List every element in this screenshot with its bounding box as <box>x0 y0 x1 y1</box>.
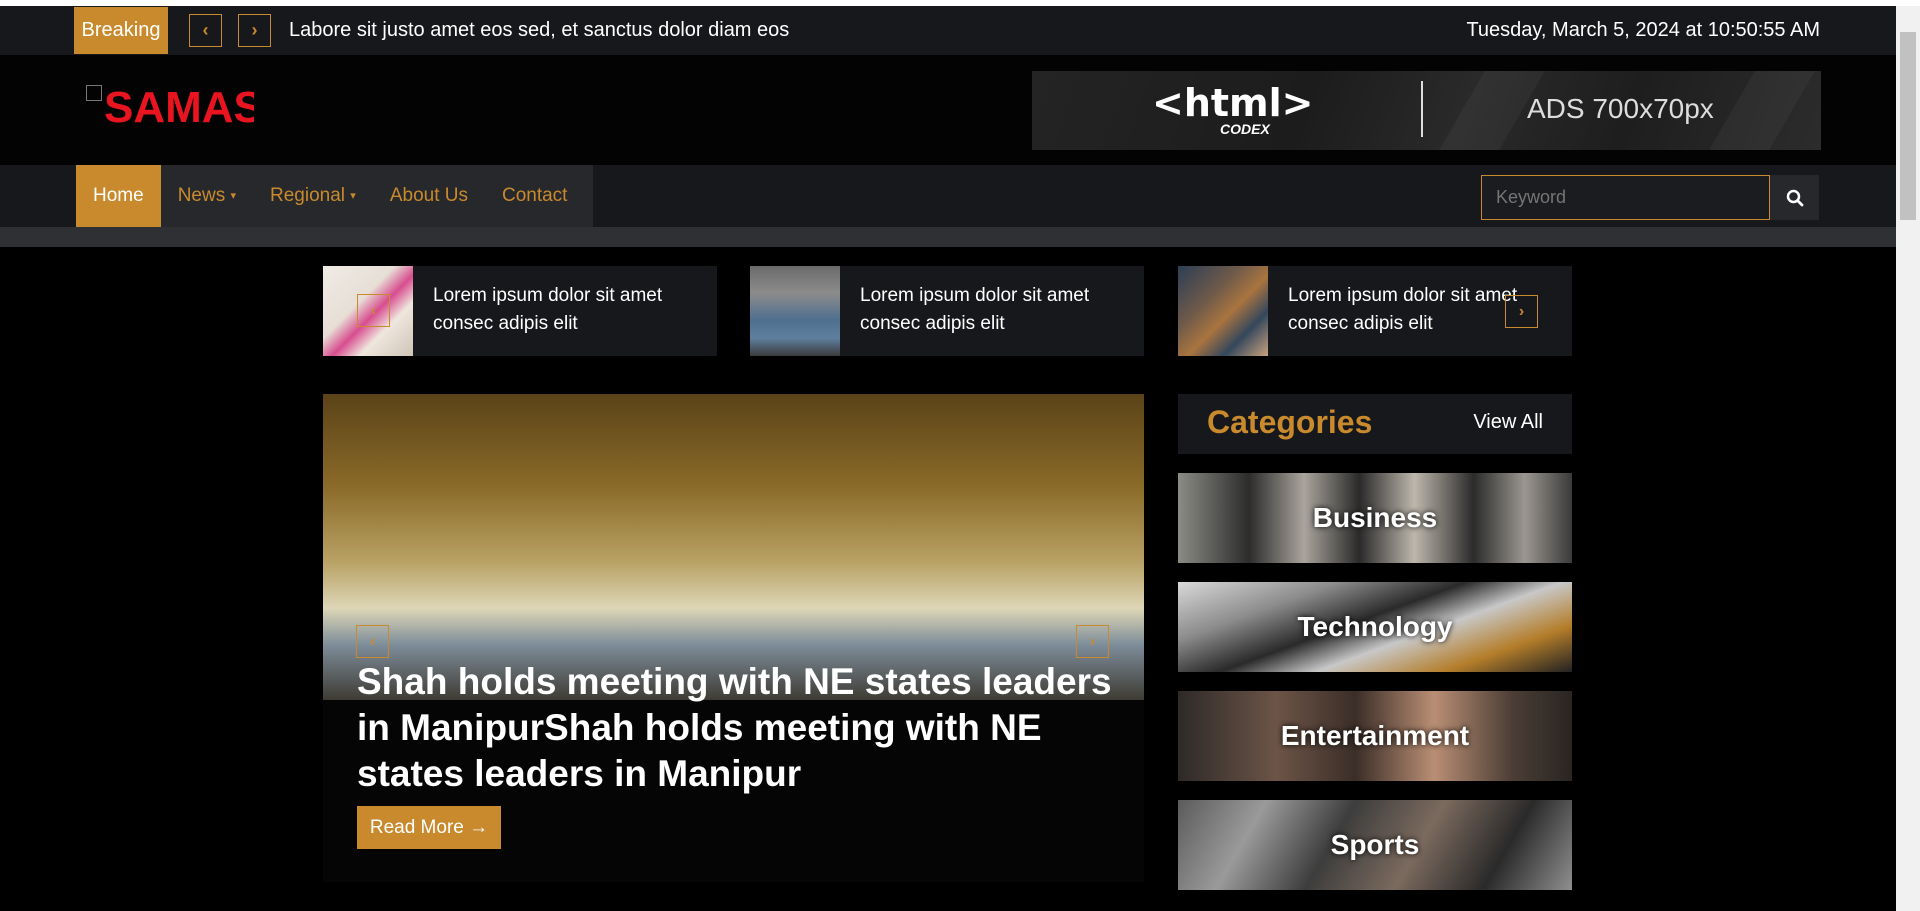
search-button[interactable] <box>1770 175 1819 220</box>
category-label: Business <box>1312 502 1438 533</box>
ticker-prev-button[interactable]: ‹ <box>189 14 222 47</box>
chevron-left-icon: ‹ <box>202 20 209 40</box>
news-card-title[interactable]: Lorem ipsum dolor sit amet consec adipis… <box>433 282 703 338</box>
categories-title: Categories <box>1207 404 1373 440</box>
nav-item-label: News <box>177 185 226 207</box>
featured-image <box>323 394 1144 700</box>
slider-next-button[interactable]: › <box>1076 625 1109 658</box>
news-card-title[interactable]: Lorem ipsum dolor sit amet consec adipis… <box>860 282 1130 338</box>
breaking-label: Breaking <box>74 7 168 54</box>
carousel-prev-button[interactable]: ‹ <box>357 294 390 327</box>
chevron-right-icon: › <box>1518 302 1525 320</box>
nav-item-label: Home <box>93 185 144 206</box>
nav-item-regional[interactable]: Regional ▾ <box>253 165 373 227</box>
caret-down-icon: ▾ <box>230 190 237 202</box>
chevron-left-icon: ‹ <box>369 632 376 650</box>
nav-item-contact[interactable]: Contact <box>485 165 584 227</box>
current-datetime: Tuesday, March 5, 2024 at 10:50:55 AM <box>1466 19 1820 41</box>
page-scrollbar[interactable] <box>1896 6 1920 911</box>
category-business[interactable]: Business <box>1178 473 1572 563</box>
chevron-left-icon: ‹ <box>370 301 377 319</box>
category-sports[interactable]: Sports <box>1178 800 1572 890</box>
featured-news-slider: ‹ › Shah holds meeting with NE states le… <box>323 394 1144 882</box>
read-more-button[interactable]: Read More → <box>357 806 501 849</box>
nav-item-label: Regional <box>270 185 346 207</box>
category-technology[interactable]: Technology <box>1178 582 1572 672</box>
nav-item-about[interactable]: About Us <box>373 165 485 227</box>
caret-down-icon: ▾ <box>350 190 356 202</box>
nav-item-label: About Us <box>389 185 468 206</box>
ad-decor-stripe <box>1709 71 1815 150</box>
broken-image-icon <box>86 85 102 101</box>
top-bar: Breaking ‹ › Labore sit justo amet eos s… <box>0 6 1896 55</box>
ad-banner[interactable]: <html> CODEX ADS 700x70px <box>1032 71 1821 150</box>
site-logo[interactable]: SAMAS <box>86 83 254 133</box>
top-news-card[interactable]: Lorem ipsum dolor sit amet consec adipis… <box>750 266 1144 356</box>
breaking-ticker-text[interactable]: Labore sit justo amet eos sed, et sanctu… <box>289 6 789 55</box>
chevron-right-icon: › <box>251 20 258 40</box>
category-entertainment[interactable]: Entertainment <box>1178 691 1572 781</box>
ticker-next-button[interactable]: › <box>238 14 271 47</box>
category-label: Sports <box>1330 829 1420 860</box>
ad-text: ADS 700x70px <box>1527 93 1714 124</box>
slider-prev-button[interactable]: ‹ <box>356 625 389 658</box>
scrollbar-thumb[interactable] <box>1900 32 1916 220</box>
news-thumbnail <box>1178 266 1268 356</box>
news-thumbnail <box>750 266 840 356</box>
main-navbar: Home News ▾ Regional ▾ About Us Contact <box>0 165 1896 227</box>
categories-header: Categories View All <box>1178 394 1572 454</box>
logo-alt-text: SAMAS <box>104 83 254 132</box>
site-header: SAMAS <html> CODEX ADS 700x70px <box>0 55 1896 165</box>
nav-item-news[interactable]: News ▾ <box>161 165 253 227</box>
ad-brand-sub: CODEX <box>1220 121 1270 137</box>
category-label: Entertainment <box>1280 720 1470 751</box>
search-input[interactable] <box>1481 175 1770 220</box>
nav-item-label: Contact <box>501 185 568 206</box>
nav-shadow-band <box>0 227 1896 247</box>
view-all-link[interactable]: View All <box>1473 411 1543 434</box>
chevron-right-icon: › <box>1089 632 1096 650</box>
featured-headline[interactable]: Shah holds meeting with NE states leader… <box>357 659 1117 797</box>
nav-menu: Home News ▾ Regional ▾ About Us Contact <box>76 165 593 227</box>
category-label: Technology <box>1297 611 1453 642</box>
carousel-next-button[interactable]: › <box>1505 295 1538 328</box>
ad-brand-logo: <html> <box>1152 81 1314 125</box>
search-icon <box>1786 189 1803 206</box>
ad-divider <box>1421 81 1423 137</box>
nav-item-home[interactable]: Home <box>76 165 161 227</box>
